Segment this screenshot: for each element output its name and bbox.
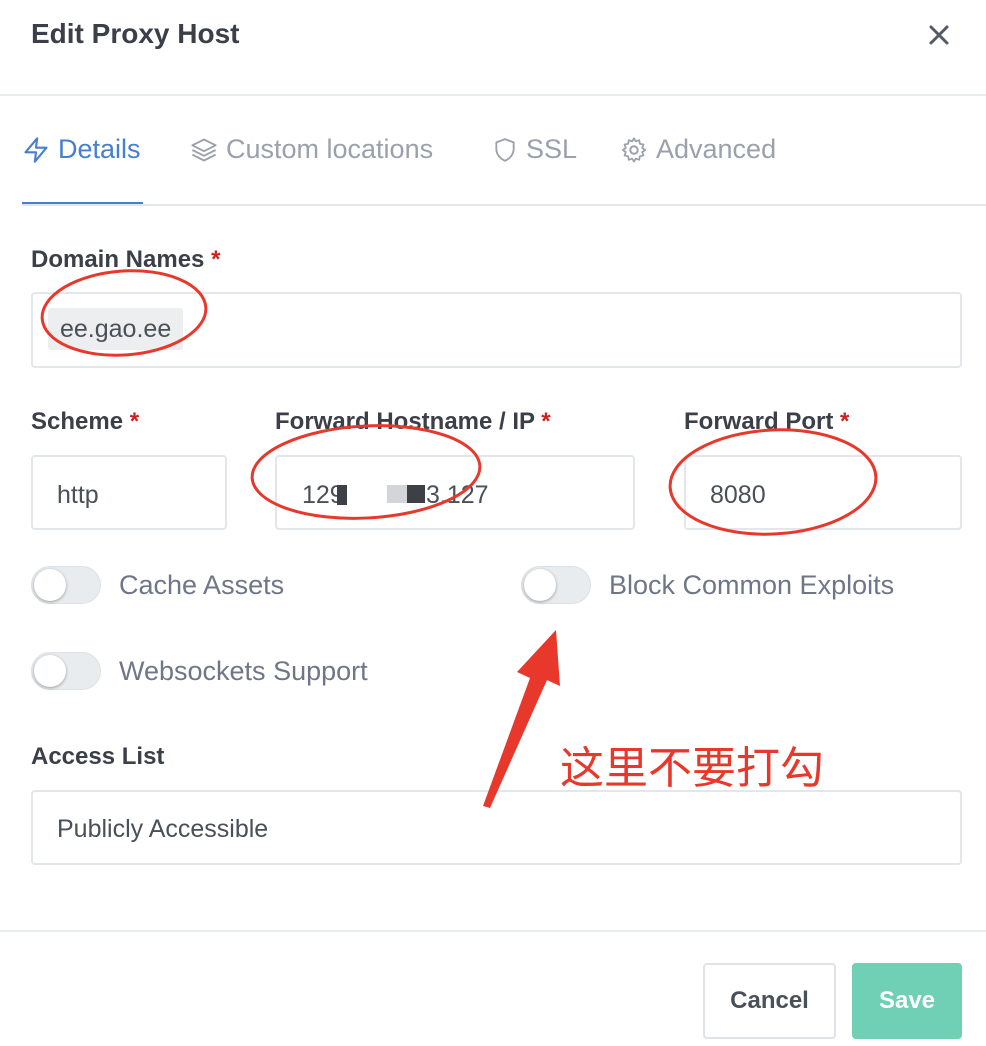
tab-ssl-label: SSL [526, 134, 578, 164]
cache-assets-label: Cache Assets [119, 570, 285, 600]
bolt-icon [22, 136, 50, 164]
toggle-knob [34, 655, 66, 687]
websockets-toggle[interactable] [31, 652, 101, 690]
tab-details-label: Details [58, 134, 141, 164]
required-mark: * [129, 408, 140, 435]
shield-icon [492, 136, 518, 164]
dialog-title: Edit Proxy Host [31, 18, 240, 49]
websockets-label: Websockets Support [119, 656, 368, 686]
block-exploits-label: Block Common Exploits [609, 570, 895, 600]
annotation-text: 这里不要打勾 [560, 743, 824, 794]
dialog-header: Edit Proxy Host [0, 0, 986, 96]
block-exploits-toggle[interactable] [521, 566, 591, 604]
required-mark: * [541, 408, 551, 435]
access-list-label: Access List [31, 743, 165, 770]
required-mark: * [840, 408, 850, 435]
forward-hostname-value-end: 3.127 [426, 481, 489, 509]
tab-bar: Details Custom locations SSL Advanced [22, 94, 986, 206]
access-list-select[interactable]: Publicly Accessible [31, 790, 962, 865]
redaction-mark [387, 485, 409, 503]
scheme-value: http [57, 481, 99, 509]
domain-chip[interactable]: ee.gao.ee [48, 308, 184, 350]
toggle-knob [34, 569, 66, 601]
tab-advanced[interactable]: Advanced [620, 134, 776, 165]
forward-hostname-label-text: Forward Hostname / IP [275, 408, 535, 435]
scheme-label-text: Scheme [31, 408, 124, 435]
tab-ssl[interactable]: SSL [492, 134, 577, 165]
forward-port-label-text: Forward Port [684, 408, 834, 435]
toggle-knob [524, 569, 556, 601]
tab-details[interactable]: Details [22, 134, 141, 165]
required-mark: * [211, 246, 221, 273]
domain-names-label-text: Domain Names [31, 246, 205, 273]
redaction-mark [407, 485, 425, 503]
close-icon[interactable] [922, 18, 956, 52]
forward-port-input[interactable]: 8080 [684, 455, 962, 530]
tab-advanced-label: Advanced [656, 134, 777, 164]
forward-port-value: 8080 [710, 481, 766, 509]
cache-assets-toggle[interactable] [31, 566, 101, 604]
forward-hostname-label: Forward Hostname / IP * [275, 408, 551, 436]
access-list-value: Publicly Accessible [57, 815, 269, 843]
tab-custom-locations[interactable]: Custom locations [190, 134, 433, 165]
domain-names-input[interactable]: ee.gao.ee [31, 292, 962, 368]
scheme-label: Scheme * [31, 408, 139, 436]
redaction-mark [337, 485, 347, 505]
gear-icon [620, 136, 648, 164]
annotation-arrow [483, 630, 560, 808]
forward-hostname-input[interactable]: 129 3.127 [275, 455, 635, 530]
layers-icon [190, 136, 218, 164]
save-button[interactable]: Save [852, 963, 962, 1039]
forward-port-label: Forward Port * [684, 408, 849, 436]
cancel-button[interactable]: Cancel [703, 963, 836, 1039]
active-tab-indicator [22, 202, 143, 204]
domain-names-label: Domain Names * [31, 246, 220, 274]
footer-divider [0, 930, 986, 932]
tab-custom-locations-label: Custom locations [226, 134, 434, 164]
scheme-input[interactable]: http [31, 455, 227, 530]
